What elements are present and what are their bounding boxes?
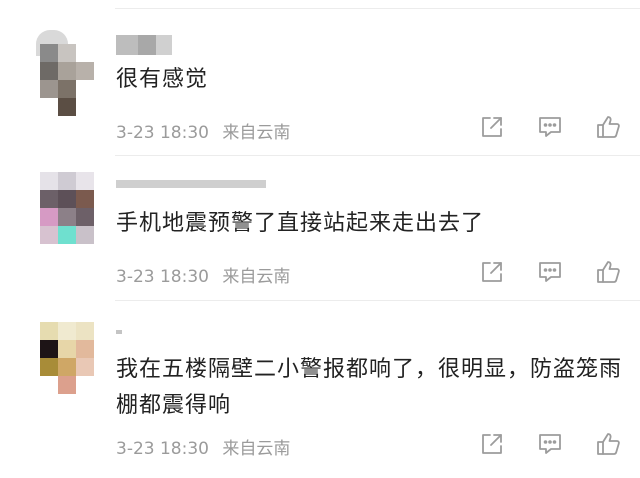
avatar[interactable] (22, 28, 96, 116)
comment-meta: 3-23 18:30 来自云南 (116, 434, 298, 459)
comment-text: 很有感觉 (116, 67, 209, 92)
thumbs-up-icon[interactable] (594, 430, 622, 458)
avatar[interactable] (22, 172, 96, 260)
comment-meta: 3-23 18:30 来自云南 (116, 118, 298, 143)
comment-actions (478, 113, 622, 141)
comment-meta: 3-23 18:30 来自云南 (116, 262, 298, 287)
comment-location: 来自云南 (222, 123, 291, 143)
username[interactable] (116, 180, 266, 194)
avatar[interactable] (22, 318, 96, 406)
divider-top (115, 8, 640, 9)
thumbs-up-icon[interactable] (594, 258, 622, 286)
comment-location: 来自云南 (222, 267, 291, 287)
divider (115, 155, 640, 156)
share-icon[interactable] (478, 430, 506, 458)
comment-date: 3-23 18:30 (116, 439, 209, 459)
share-icon[interactable] (478, 113, 506, 141)
comment-date: 3-23 18:30 (116, 267, 209, 287)
comment-text: 我在五楼隔壁二小警报都响了，很明显，防盗笼雨棚都震得响 (116, 357, 623, 418)
thumbs-up-icon[interactable] (594, 113, 622, 141)
comment-date: 3-23 18:30 (116, 123, 209, 143)
comment-actions (478, 258, 622, 286)
divider (115, 300, 640, 301)
username[interactable] (116, 330, 122, 342)
comment-icon[interactable] (536, 113, 564, 141)
comment-icon[interactable] (536, 430, 564, 458)
comment-location: 来自云南 (222, 439, 291, 459)
username[interactable] (116, 34, 172, 58)
comment-text: 手机地震预警了直接站起来走出去了 (116, 211, 485, 236)
comment-actions (478, 430, 622, 458)
share-icon[interactable] (478, 258, 506, 286)
comment-icon[interactable] (536, 258, 564, 286)
